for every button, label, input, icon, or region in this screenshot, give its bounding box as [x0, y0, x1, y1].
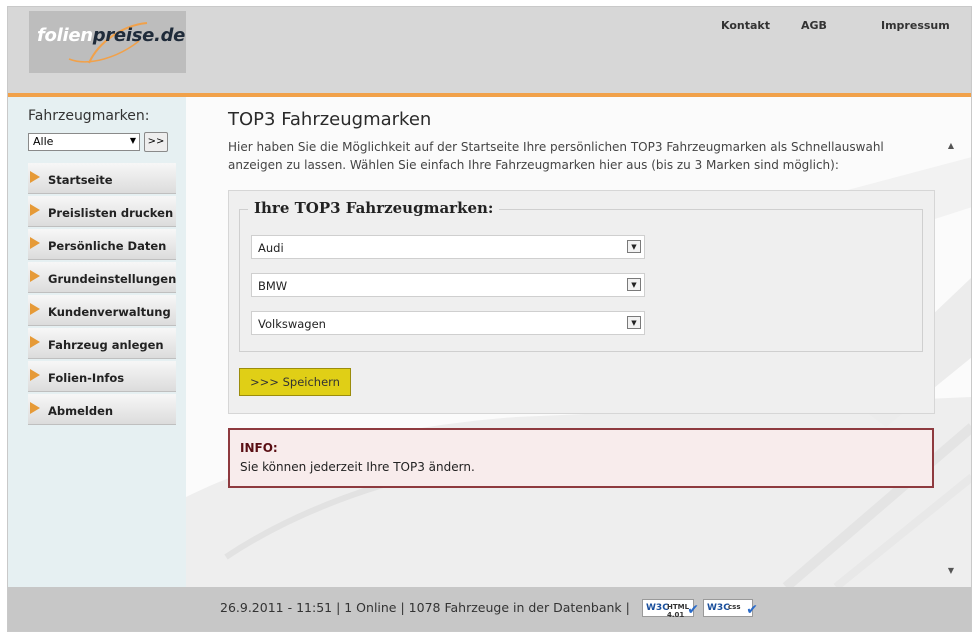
brand-filter-label: Fahrzeugmarken:: [28, 108, 150, 124]
select-value: BMW: [258, 279, 288, 293]
chevron-right-icon: [30, 303, 40, 315]
sidebar-item-kundenverwaltung[interactable]: Kundenverwaltung: [28, 295, 176, 326]
nav-agb-link[interactable]: AGB: [801, 19, 827, 32]
w3c-css-badge[interactable]: W3C css ✔: [703, 599, 758, 618]
sidebar-item-label: Grundeinstellungen: [48, 272, 177, 286]
brand-filter-value: Alle: [33, 135, 54, 148]
sidebar-item-label: Abmelden: [48, 404, 114, 418]
badge-logo: W3C: [707, 603, 730, 613]
intro-text: Hier haben Sie die Möglichkeit auf der S…: [228, 140, 884, 172]
page-frame: folienpreise.de Kontakt AGB Impressum Fa…: [7, 6, 972, 632]
chevron-right-icon: [30, 369, 40, 381]
sidebar-item-startseite[interactable]: Startseite: [28, 163, 176, 194]
page-title: TOP3 Fahrzeugmarken: [228, 109, 432, 130]
info-text: Sie können jederzeit Ihre TOP3 ändern.: [240, 460, 475, 474]
sidebar-item-abmelden[interactable]: Abmelden: [28, 394, 176, 425]
chevron-right-icon: [30, 171, 40, 183]
chevron-right-icon: [30, 270, 40, 282]
sidebar-item-persoenliche-daten[interactable]: Persönliche Daten: [28, 229, 176, 260]
sidebar-item-preislisten-drucken[interactable]: Preislisten drucken: [28, 196, 176, 227]
chevron-down-icon: ▼: [627, 240, 641, 253]
chevron-right-icon: [30, 402, 40, 414]
chevron-right-icon: [30, 237, 40, 249]
w3c-html-badge[interactable]: W3C HTML 4.01 ✔: [642, 599, 699, 619]
brand-filter-select[interactable]: Alle ▼: [28, 133, 140, 151]
top3-form-panel: Ihre TOP3 Fahrzeugmarken: Audi ▼ BMW ▼ V…: [228, 190, 935, 414]
header: folienpreise.de Kontakt AGB Impressum: [8, 7, 971, 93]
sidebar-item-label: Persönliche Daten: [48, 239, 167, 253]
site-logo[interactable]: folienpreise.de: [29, 11, 186, 73]
sidebar-item-label: Fahrzeug anlegen: [48, 338, 164, 352]
sidebar-item-label: Folien-Infos: [48, 371, 125, 385]
checkmark-icon: ✔: [687, 602, 699, 618]
sidebar-item-folien-infos[interactable]: Folien-Infos: [28, 361, 176, 392]
chevron-down-icon: ▼: [627, 278, 641, 291]
footer-status-text: 26.9.2011 - 11:51 | 1 Online | 1078 Fahr…: [220, 600, 630, 615]
nav-impressum-link[interactable]: Impressum: [881, 19, 950, 32]
top3-brand-select-2[interactable]: BMW ▼: [251, 273, 645, 297]
nav-kontakt-link[interactable]: Kontakt: [721, 19, 770, 32]
select-value: Audi: [258, 241, 284, 255]
sidebar-item-label: Kundenverwaltung: [48, 305, 171, 319]
top3-brand-select-1[interactable]: Audi ▼: [251, 235, 645, 259]
sidebar-item-label: Preislisten drucken: [48, 206, 174, 220]
chevron-right-icon: [30, 336, 40, 348]
logo-text: folienpreise.de: [37, 25, 186, 46]
sidebar-item-grundeinstellungen[interactable]: Grundeinstellungen: [28, 262, 176, 293]
sidebar-item-label: Startseite: [48, 173, 113, 187]
info-title: INFO:: [240, 441, 278, 455]
chevron-down-icon: ▼: [627, 316, 641, 329]
chevron-down-icon: ▼: [129, 136, 136, 145]
save-button[interactable]: >>> Speichern: [239, 368, 351, 396]
sidebar-menu: Startseite Preislisten drucken Persönlic…: [28, 163, 176, 427]
fieldset-legend: Ihre TOP3 Fahrzeugmarken:: [248, 199, 500, 217]
brand-filter-go-button[interactable]: >>: [144, 132, 168, 152]
badge-kind: css: [728, 603, 741, 611]
top3-fieldset: Ihre TOP3 Fahrzeugmarken: Audi ▼ BMW ▼ V…: [239, 199, 923, 352]
select-value: Volkswagen: [258, 317, 326, 331]
top3-brand-select-3[interactable]: Volkswagen ▼: [251, 311, 645, 335]
main-content: TOP3 Fahrzeugmarken Hier haben Sie die M…: [186, 97, 971, 587]
chevron-right-icon: [30, 204, 40, 216]
sidebar-item-fahrzeug-anlegen[interactable]: Fahrzeug anlegen: [28, 328, 176, 359]
scroll-down-icon[interactable]: ▼: [948, 566, 954, 575]
footer: 26.9.2011 - 11:51 | 1 Online | 1078 Fahr…: [8, 587, 971, 631]
scroll-up-icon[interactable]: ▲: [948, 141, 954, 150]
sidebar: Fahrzeugmarken: Alle ▼ >> Startseite Pre…: [8, 97, 186, 587]
info-box: INFO: Sie können jederzeit Ihre TOP3 änd…: [228, 428, 934, 488]
badge-logo: W3C: [646, 603, 669, 613]
checkmark-icon: ✔: [746, 602, 758, 618]
